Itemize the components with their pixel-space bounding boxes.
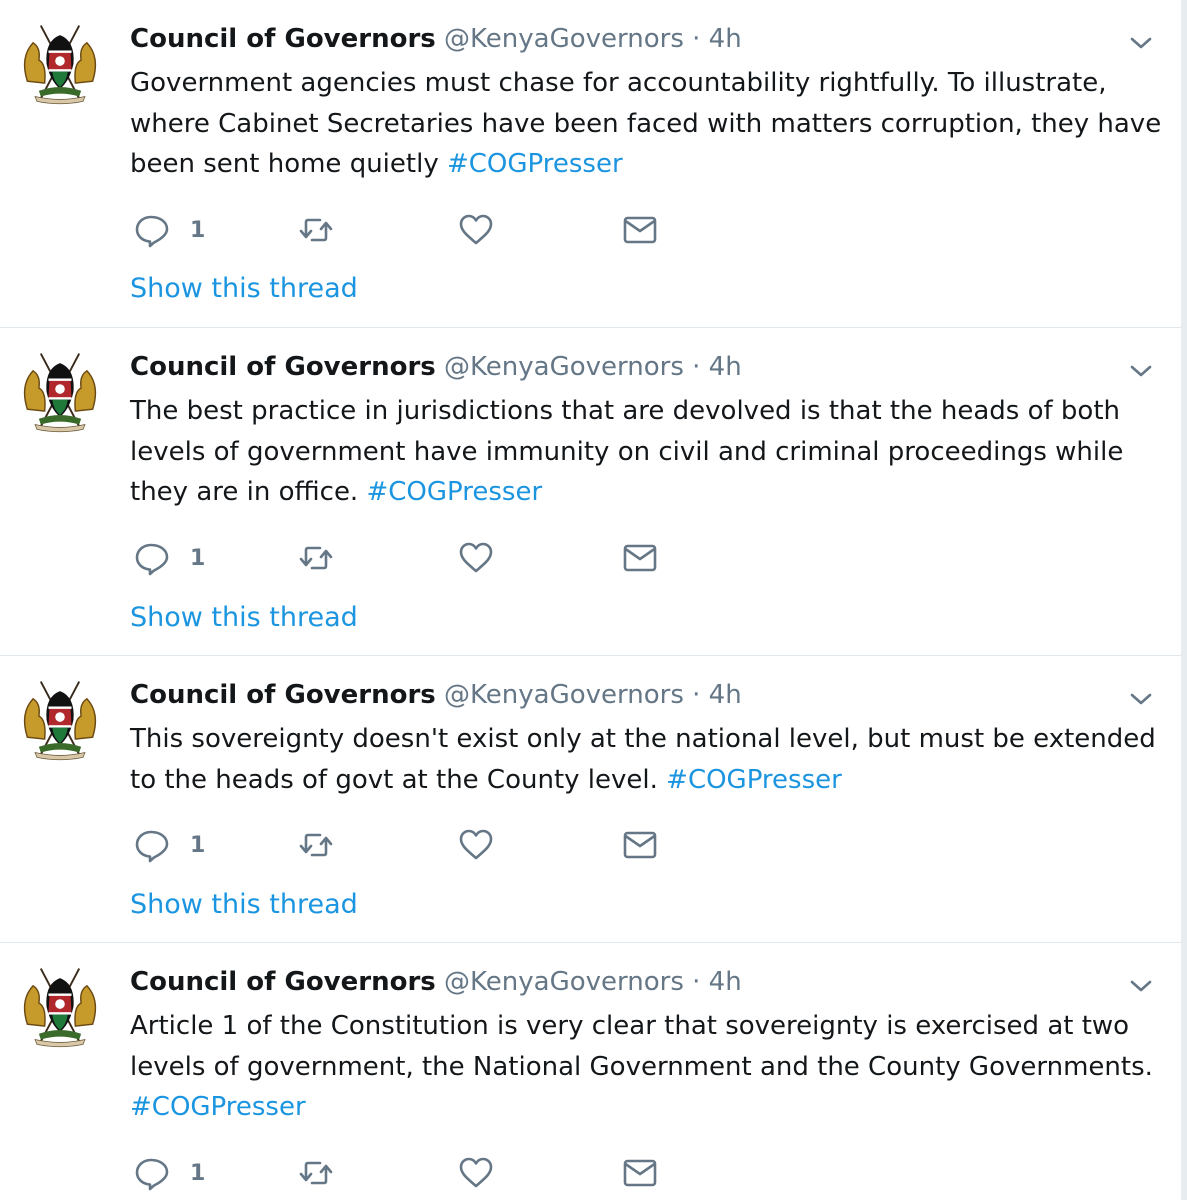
hashtag-link[interactable]: #COGPresser (666, 765, 842, 795)
tweet-menu-button[interactable] (1126, 971, 1156, 1001)
author-name[interactable]: Council of Governors (130, 352, 436, 382)
tweet-header: Council of Governors @KenyaGovernors · 4… (130, 965, 742, 999)
chevron-down-icon (1130, 693, 1152, 705)
tweet-text: Government agencies must chase for accou… (130, 63, 1170, 185)
retweet-icon (299, 833, 333, 857)
retweet-button[interactable] (298, 825, 334, 865)
retweet-icon (299, 1161, 333, 1185)
reply-count: 1 (190, 217, 206, 243)
heart-icon (459, 829, 493, 860)
envelope-icon (623, 1159, 657, 1187)
author-handle[interactable]: @KenyaGovernors (444, 24, 684, 54)
direct-message-button[interactable] (622, 1153, 658, 1193)
avatar[interactable] (12, 670, 108, 766)
tweet-body: The best practice in jurisdictions that … (130, 396, 1124, 507)
tweet-header: Council of Governors @KenyaGovernors · 4… (130, 678, 742, 712)
direct-message-button[interactable] (622, 538, 658, 578)
heart-icon (459, 214, 493, 245)
coat-of-arms-icon (23, 681, 97, 761)
tweet-text: The best practice in jurisdictions that … (130, 391, 1170, 513)
coat-of-arms-icon (23, 968, 97, 1048)
author-handle[interactable]: @KenyaGovernors (444, 352, 684, 382)
author-handle[interactable]: @KenyaGovernors (444, 967, 684, 997)
tweet[interactable]: Council of Governors @KenyaGovernors · 4… (0, 0, 1181, 328)
tweet-body: This sovereignty doesn't exist only at t… (130, 724, 1156, 795)
timestamp[interactable]: 4h (709, 680, 742, 710)
retweet-button[interactable] (298, 538, 334, 578)
timestamp[interactable]: 4h (709, 24, 742, 54)
tweet-body: Government agencies must chase for accou… (130, 68, 1162, 179)
hashtag-link[interactable]: #COGPresser (130, 1092, 306, 1122)
show-thread-link[interactable]: Show this thread (130, 600, 358, 636)
reply-button[interactable]: 1 (134, 825, 205, 865)
coat-of-arms-icon (23, 25, 97, 105)
heart-icon (459, 1157, 493, 1188)
timestamp[interactable]: 4h (709, 352, 742, 382)
author-name[interactable]: Council of Governors (130, 680, 436, 710)
tweet-header: Council of Governors @KenyaGovernors · 4… (130, 22, 742, 56)
scrollbar[interactable] (1181, 0, 1187, 1200)
separator: · (692, 352, 701, 382)
coat-of-arms-icon (23, 353, 97, 433)
like-button[interactable] (458, 538, 494, 578)
envelope-icon (623, 544, 657, 572)
tweet-text: Article 1 of the Constitution is very cl… (130, 1006, 1170, 1128)
reply-count: 1 (190, 1160, 206, 1186)
timeline: Council of Governors @KenyaGovernors · 4… (0, 0, 1187, 1200)
reply-count: 1 (190, 832, 206, 858)
author-handle[interactable]: @KenyaGovernors (444, 680, 684, 710)
reply-bubble-icon (135, 1158, 169, 1191)
direct-message-button[interactable] (622, 825, 658, 865)
hashtag-link[interactable]: #COGPresser (366, 477, 542, 507)
heart-icon (459, 542, 493, 573)
like-button[interactable] (458, 825, 494, 865)
author-name[interactable]: Council of Governors (130, 24, 436, 54)
separator: · (692, 24, 701, 54)
tweet[interactable]: Council of Governors @KenyaGovernors · 4… (0, 328, 1181, 656)
tweet[interactable]: Council of Governors @KenyaGovernors · 4… (0, 656, 1181, 943)
reply-button[interactable]: 1 (134, 210, 205, 250)
chevron-down-icon (1130, 980, 1152, 992)
show-thread-link[interactable]: Show this thread (130, 271, 358, 307)
tweet-menu-button[interactable] (1126, 684, 1156, 714)
reply-bubble-icon (135, 215, 169, 248)
tweet-actions: 1 (130, 210, 690, 250)
reply-button[interactable]: 1 (134, 1153, 205, 1193)
retweet-icon (299, 546, 333, 570)
reply-count: 1 (190, 545, 206, 571)
tweet-actions: 1 (130, 1153, 690, 1193)
avatar[interactable] (12, 342, 108, 438)
tweet-menu-button[interactable] (1126, 356, 1156, 386)
separator: · (692, 967, 701, 997)
timestamp[interactable]: 4h (709, 967, 742, 997)
reply-bubble-icon (135, 830, 169, 863)
separator: · (692, 680, 701, 710)
like-button[interactable] (458, 210, 494, 250)
retweet-icon (299, 218, 333, 242)
reply-button[interactable]: 1 (134, 538, 205, 578)
reply-bubble-icon (135, 543, 169, 576)
avatar[interactable] (12, 14, 108, 110)
envelope-icon (623, 216, 657, 244)
retweet-button[interactable] (298, 1153, 334, 1193)
tweet[interactable]: Council of Governors @KenyaGovernors · 4… (0, 943, 1181, 1200)
envelope-icon (623, 831, 657, 859)
hashtag-link[interactable]: #COGPresser (447, 149, 623, 179)
avatar[interactable] (12, 957, 108, 1053)
tweet-actions: 1 (130, 538, 690, 578)
chevron-down-icon (1130, 37, 1152, 49)
tweet-header: Council of Governors @KenyaGovernors · 4… (130, 350, 742, 384)
tweet-body: Article 1 of the Constitution is very cl… (130, 1011, 1153, 1082)
retweet-button[interactable] (298, 210, 334, 250)
show-thread-link[interactable]: Show this thread (130, 887, 358, 923)
author-name[interactable]: Council of Governors (130, 967, 436, 997)
direct-message-button[interactable] (622, 210, 658, 250)
like-button[interactable] (458, 1153, 494, 1193)
chevron-down-icon (1130, 365, 1152, 377)
tweet-actions: 1 (130, 825, 690, 865)
tweet-menu-button[interactable] (1126, 28, 1156, 58)
tweet-text: This sovereignty doesn't exist only at t… (130, 719, 1170, 800)
